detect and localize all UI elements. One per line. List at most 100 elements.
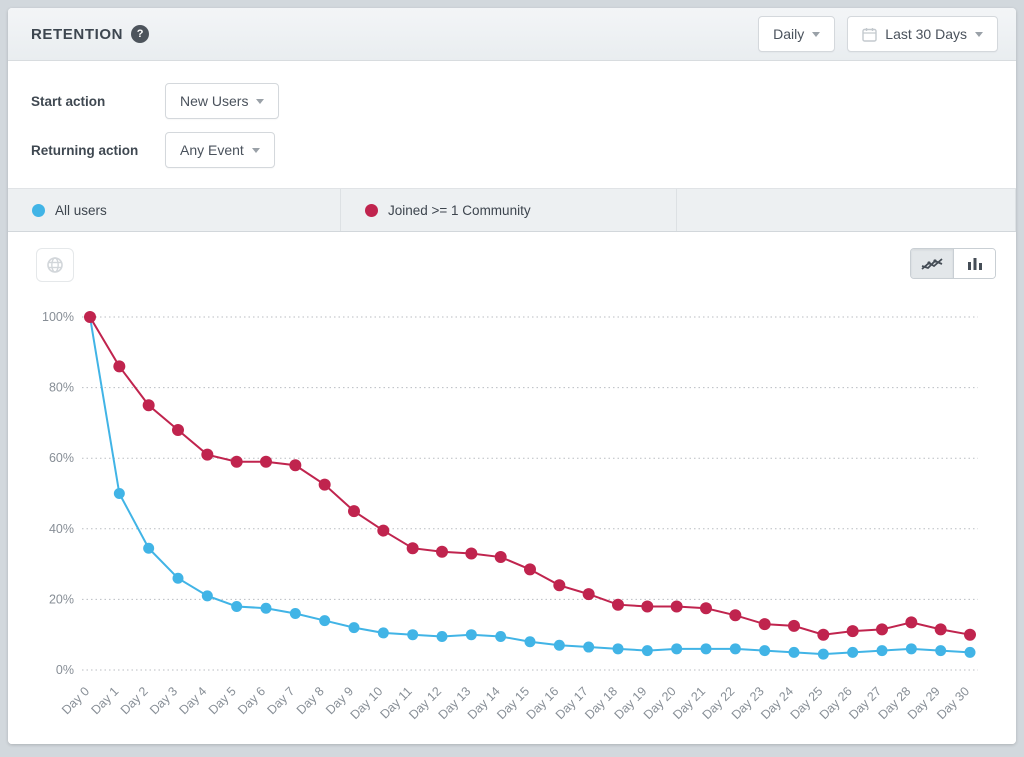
data-point[interactable]	[172, 424, 184, 436]
data-point[interactable]	[525, 636, 536, 647]
data-point[interactable]	[113, 360, 125, 372]
data-point[interactable]	[436, 546, 448, 558]
data-point[interactable]	[231, 601, 242, 612]
data-point[interactable]	[788, 620, 800, 632]
y-axis-tick-label: 100%	[42, 310, 74, 324]
date-range-dropdown-value: Last 30 Days	[885, 26, 967, 42]
data-point[interactable]	[466, 629, 477, 640]
data-point[interactable]	[905, 616, 917, 628]
data-point[interactable]	[407, 542, 419, 554]
report-header: RETENTION ? Daily Last 30 Days	[8, 8, 1016, 61]
y-axis-tick-label: 60%	[49, 451, 74, 465]
data-point[interactable]	[553, 579, 565, 591]
granularity-dropdown-value: Daily	[773, 26, 804, 42]
data-point[interactable]	[964, 629, 976, 641]
data-point[interactable]	[377, 525, 389, 537]
data-point[interactable]	[437, 631, 448, 642]
data-point[interactable]	[495, 551, 507, 563]
returning-action-dropdown[interactable]: Any Event	[165, 132, 275, 168]
date-range-dropdown[interactable]: Last 30 Days	[847, 16, 998, 52]
bar-chart-toggle-button[interactable]	[953, 249, 995, 278]
data-point[interactable]	[935, 645, 946, 656]
data-point[interactable]	[84, 311, 96, 323]
data-point[interactable]	[876, 623, 888, 635]
data-point[interactable]	[231, 456, 243, 468]
data-point[interactable]	[700, 602, 712, 614]
data-point[interactable]	[465, 548, 477, 560]
y-axis-tick-label: 80%	[49, 381, 74, 395]
x-axis-tick-label: Day 8	[294, 684, 327, 717]
data-point[interactable]	[906, 643, 917, 654]
data-point[interactable]	[554, 640, 565, 651]
data-point[interactable]	[114, 488, 125, 499]
granularity-dropdown[interactable]: Daily	[758, 16, 835, 52]
series-line-all-users	[90, 317, 970, 654]
data-point[interactable]	[759, 645, 770, 656]
chart-type-toggle	[910, 248, 996, 279]
data-point[interactable]	[817, 629, 829, 641]
chevron-down-icon	[812, 32, 820, 37]
legend-item-joined-community[interactable]: Joined >= 1 Community	[341, 189, 677, 231]
data-point[interactable]	[290, 608, 301, 619]
data-point[interactable]	[173, 573, 184, 584]
legend-empty-cell	[677, 189, 1016, 231]
data-point[interactable]	[847, 647, 858, 658]
legend-item-all-users[interactable]: All users	[8, 189, 341, 231]
data-point[interactable]	[260, 456, 272, 468]
filters-panel: Start action New Users Returning action …	[8, 61, 1016, 188]
data-point[interactable]	[378, 627, 389, 638]
data-point[interactable]	[143, 399, 155, 411]
x-axis-tick-label: Day 2	[118, 684, 151, 717]
data-point[interactable]	[877, 645, 888, 656]
data-point[interactable]	[348, 505, 360, 517]
cohort-legend-bar: All users Joined >= 1 Community	[8, 188, 1016, 232]
line-chart-icon	[920, 256, 944, 272]
x-axis-tick-label: Day 4	[176, 684, 209, 717]
data-point[interactable]	[935, 623, 947, 635]
data-point[interactable]	[583, 588, 595, 600]
data-point[interactable]	[289, 459, 301, 471]
returning-action-label: Returning action	[31, 143, 165, 158]
line-chart-toggle-button[interactable]	[911, 249, 953, 278]
calendar-icon	[862, 27, 877, 42]
data-point[interactable]	[143, 543, 154, 554]
data-point[interactable]	[671, 600, 683, 612]
chevron-down-icon	[975, 32, 983, 37]
data-point[interactable]	[642, 645, 653, 656]
start-action-dropdown[interactable]: New Users	[165, 83, 279, 119]
data-point[interactable]	[202, 590, 213, 601]
series-dot-blue	[32, 204, 45, 217]
page-title: RETENTION	[31, 26, 123, 43]
data-point[interactable]	[759, 618, 771, 630]
start-action-value: New Users	[180, 93, 248, 109]
y-axis-tick-label: 40%	[49, 522, 74, 536]
retention-chart: 0%20%40%60%80%100%Day 0Day 1Day 2Day 3Da…	[8, 284, 1016, 739]
data-point[interactable]	[319, 479, 331, 491]
data-point[interactable]	[847, 625, 859, 637]
data-point[interactable]	[701, 643, 712, 654]
data-point[interactable]	[789, 647, 800, 658]
data-point[interactable]	[730, 643, 741, 654]
x-axis-tick-label: Day 7	[264, 684, 297, 717]
retention-report-card: RETENTION ? Daily Last 30 Days	[8, 8, 1016, 744]
data-point[interactable]	[349, 622, 360, 633]
bar-chart-icon	[966, 256, 984, 272]
data-point[interactable]	[261, 603, 272, 614]
data-point[interactable]	[319, 615, 330, 626]
data-point[interactable]	[524, 563, 536, 575]
data-point[interactable]	[965, 647, 976, 658]
globe-icon	[46, 256, 64, 274]
data-point[interactable]	[818, 649, 829, 660]
data-point[interactable]	[407, 629, 418, 640]
data-point[interactable]	[583, 642, 594, 653]
globe-button[interactable]	[36, 248, 74, 282]
data-point[interactable]	[641, 600, 653, 612]
data-point[interactable]	[201, 449, 213, 461]
data-point[interactable]	[613, 643, 624, 654]
data-point[interactable]	[612, 599, 624, 611]
data-point[interactable]	[671, 643, 682, 654]
data-point[interactable]	[729, 609, 741, 621]
help-icon[interactable]: ?	[131, 25, 149, 43]
data-point[interactable]	[495, 631, 506, 642]
legend-label: Joined >= 1 Community	[388, 203, 531, 218]
